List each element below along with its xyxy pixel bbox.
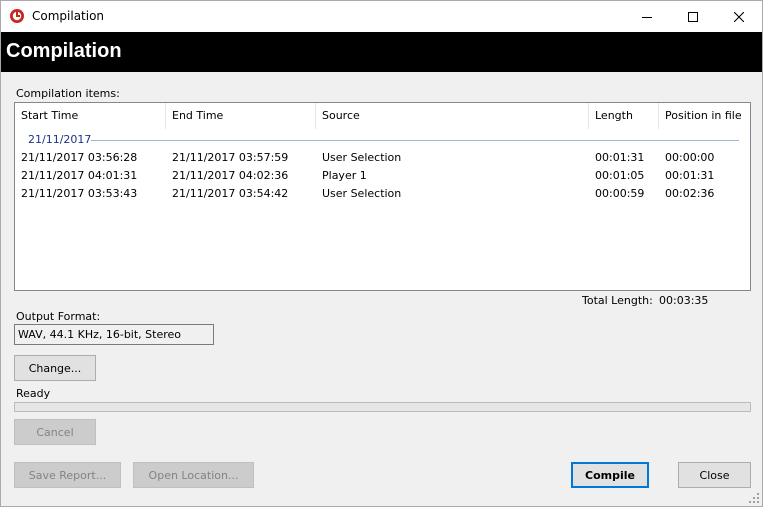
close-button[interactable]: Close [678, 462, 751, 488]
compilation-window: Compilation Compilation Compilation item… [0, 0, 763, 507]
cell-length: 00:01:31 [595, 151, 645, 164]
cell-start-time: 21/11/2017 03:53:43 [21, 187, 138, 200]
cell-source: User Selection [322, 187, 402, 200]
minimize-icon [642, 12, 652, 22]
cell-position: 00:01:31 [665, 169, 715, 182]
column-header-end-time[interactable]: End Time [166, 103, 316, 129]
total-length-value: 00:03:35 [659, 294, 709, 307]
open-location-button[interactable]: Open Location... [133, 462, 254, 488]
maximize-button[interactable] [670, 1, 716, 32]
cell-start-time: 21/11/2017 03:56:28 [21, 151, 138, 164]
total-length-label: Total Length: [582, 294, 653, 307]
table-row[interactable]: 21/11/2017 03:56:28 21/11/2017 03:57:59 … [15, 149, 750, 167]
cancel-button[interactable]: Cancel [14, 419, 96, 445]
compile-button[interactable]: Compile [571, 462, 649, 488]
column-header-length[interactable]: Length [589, 103, 659, 129]
group-divider [91, 140, 739, 141]
resize-grip-icon[interactable] [748, 492, 760, 504]
cell-length: 00:00:59 [595, 187, 645, 200]
cell-end-time: 21/11/2017 03:57:59 [172, 151, 289, 164]
banner-title: Compilation [6, 40, 122, 62]
save-report-button[interactable]: Save Report... [14, 462, 121, 488]
column-header-source[interactable]: Source [316, 103, 589, 129]
maximize-icon [688, 11, 698, 22]
cell-source: User Selection [322, 151, 402, 164]
compile-progress-bar [14, 402, 751, 412]
output-format-field[interactable]: WAV, 44.1 KHz, 16-bit, Stereo [14, 324, 214, 345]
cell-start-time: 21/11/2017 04:01:31 [21, 169, 138, 182]
title-bar[interactable]: Compilation [1, 1, 762, 32]
cell-end-time: 21/11/2017 03:54:42 [172, 187, 289, 200]
cell-position: 00:02:36 [665, 187, 715, 200]
change-format-button[interactable]: Change... [14, 355, 96, 381]
cell-length: 00:01:05 [595, 169, 645, 182]
table-row[interactable]: 21/11/2017 04:01:31 21/11/2017 04:02:36 … [15, 167, 750, 185]
cell-end-time: 21/11/2017 04:02:36 [172, 169, 289, 182]
status-text: Ready [16, 387, 51, 400]
list-header: Start Time End Time Source Length Positi… [15, 103, 750, 129]
group-date-label: 21/11/2017 [28, 133, 92, 146]
group-header[interactable]: 21/11/2017 [15, 131, 750, 149]
close-icon [734, 11, 744, 22]
column-header-start-time[interactable]: Start Time [15, 103, 166, 129]
column-header-position[interactable]: Position in file [659, 103, 749, 129]
app-logo-icon [9, 8, 25, 24]
header-banner: Compilation [1, 32, 762, 72]
compilation-items-label: Compilation items: [16, 87, 120, 100]
cell-position: 00:00:00 [665, 151, 715, 164]
cell-source: Player 1 [322, 169, 367, 182]
close-window-button[interactable] [716, 1, 762, 32]
window-title: Compilation [32, 9, 105, 23]
output-format-label: Output Format: [16, 310, 101, 323]
table-row[interactable]: 21/11/2017 03:53:43 21/11/2017 03:54:42 … [15, 185, 750, 203]
compilation-items-list[interactable]: Start Time End Time Source Length Positi… [14, 102, 751, 291]
minimize-button[interactable] [624, 1, 670, 32]
